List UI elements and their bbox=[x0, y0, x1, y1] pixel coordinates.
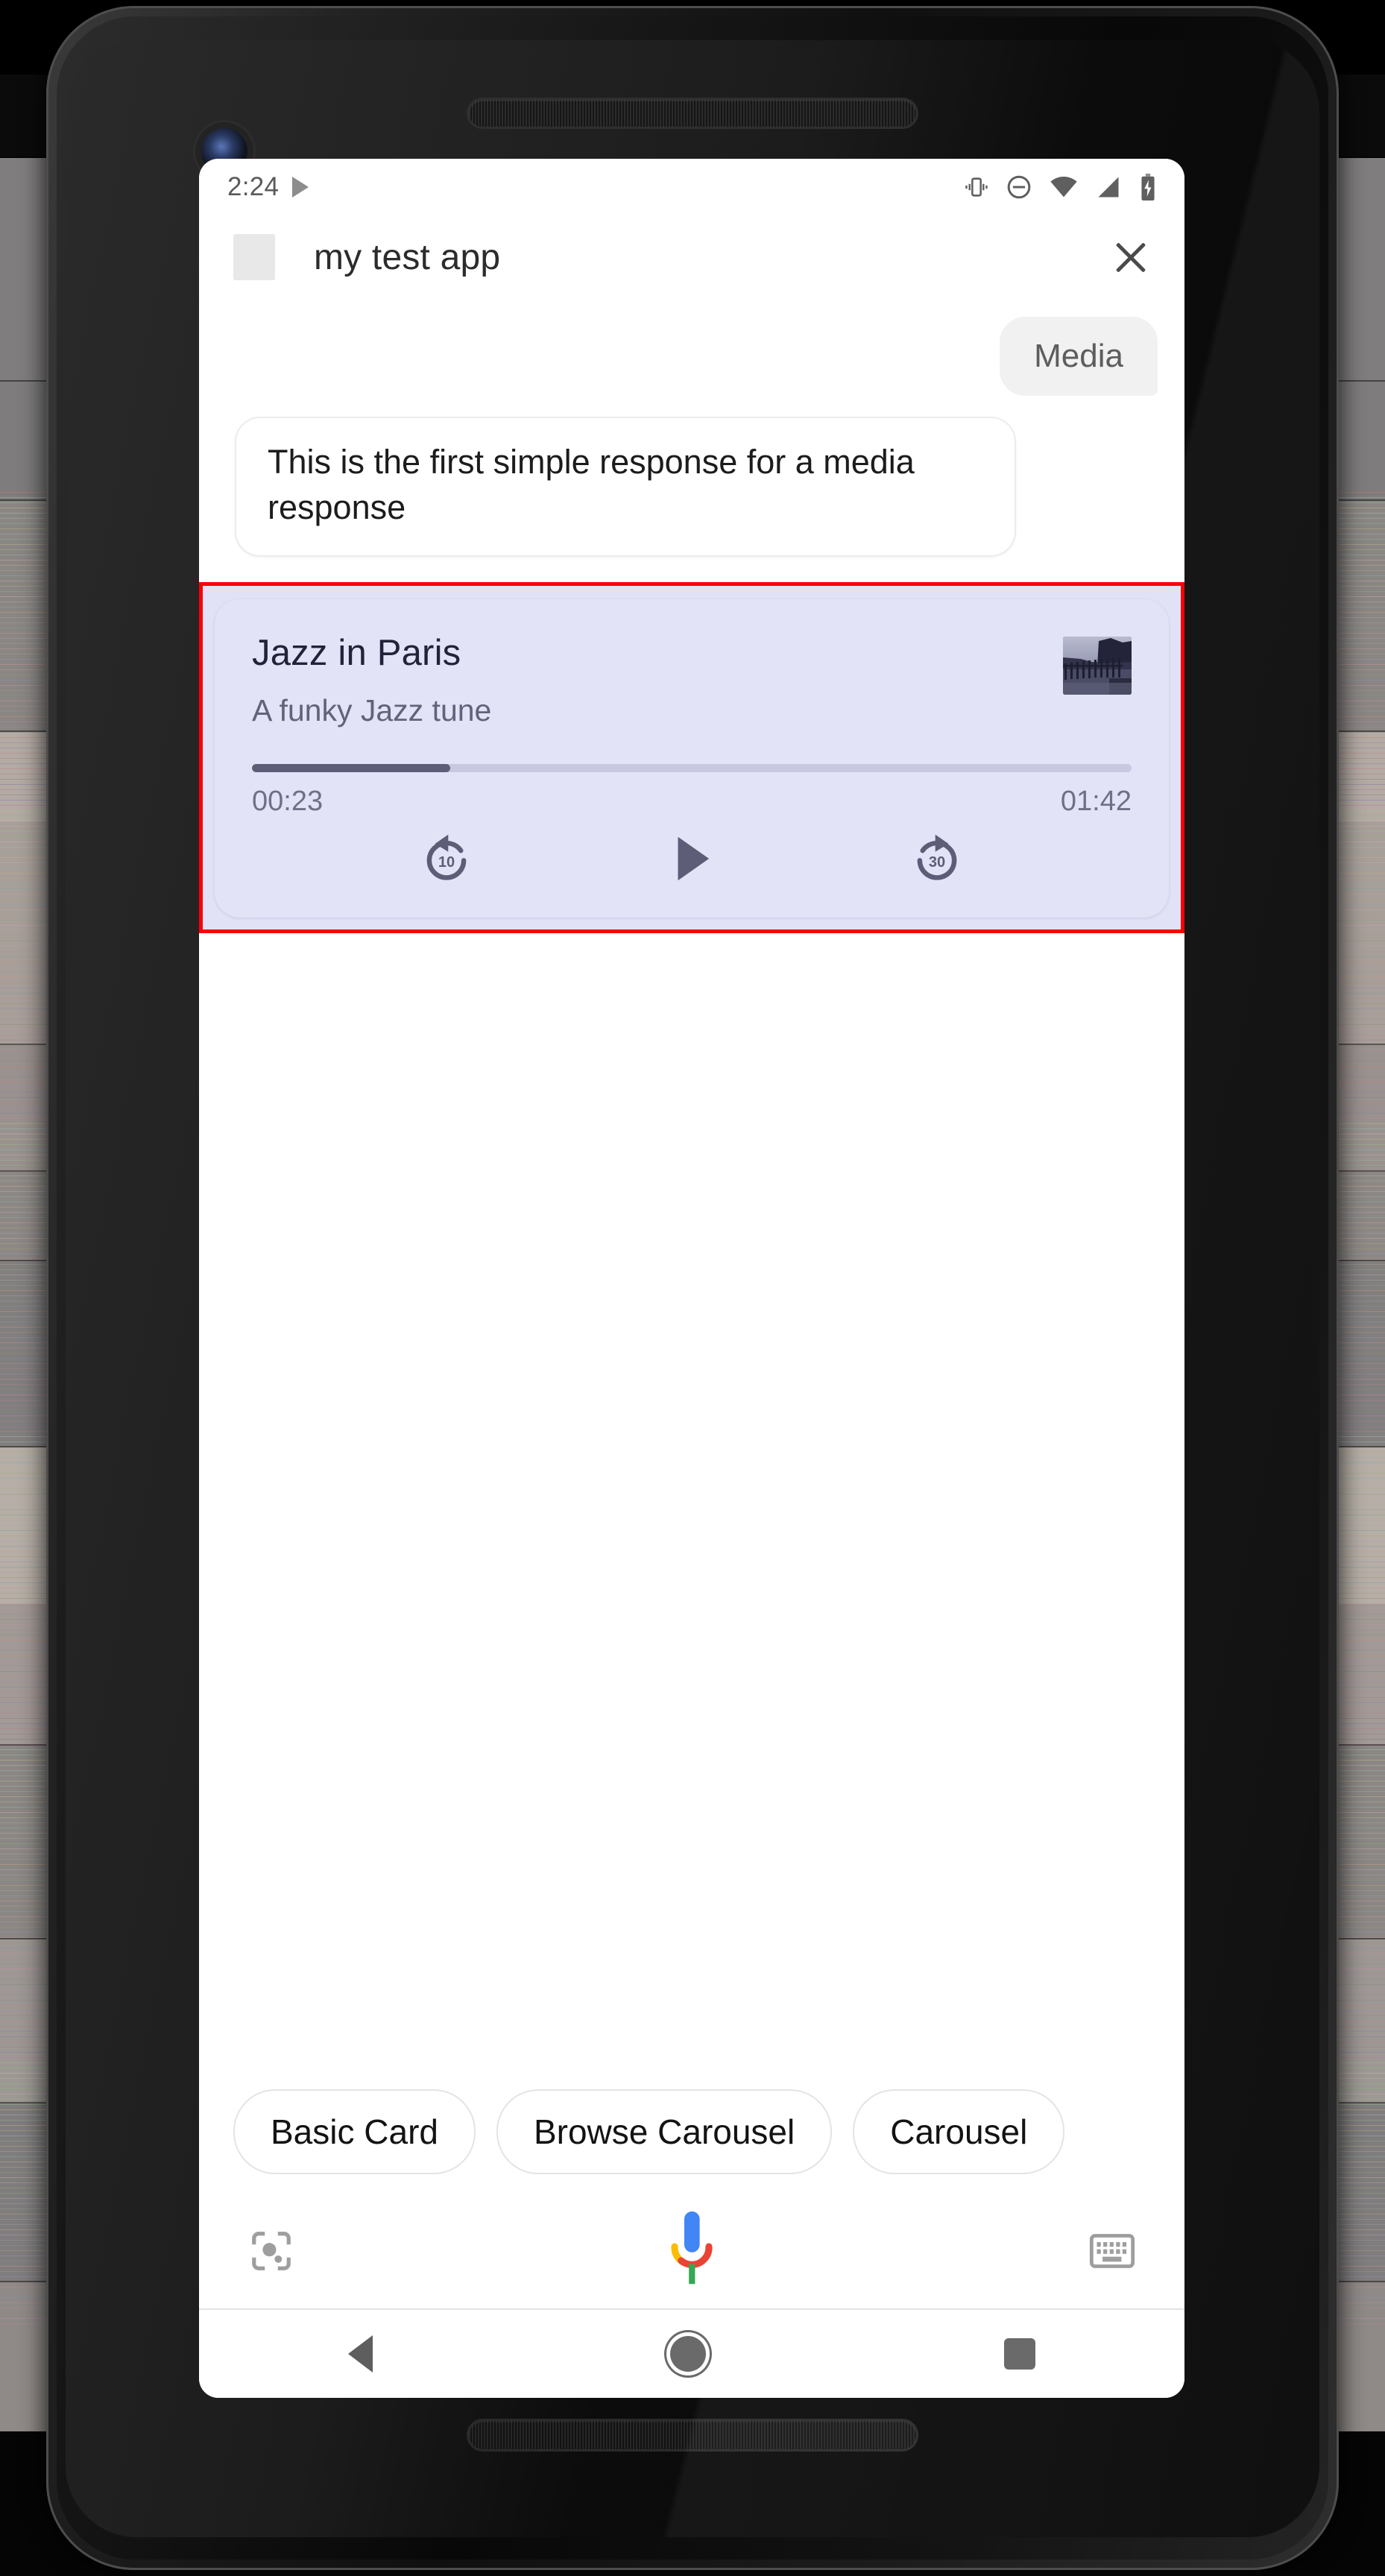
bottom-speaker-icon bbox=[469, 2421, 916, 2449]
app-placeholder-icon bbox=[233, 234, 275, 280]
close-icon[interactable] bbox=[1107, 233, 1155, 281]
replay-10-icon[interactable]: 10 bbox=[419, 831, 474, 886]
do-not-disturb-icon bbox=[1007, 175, 1031, 199]
cellular-signal-icon bbox=[1098, 177, 1119, 198]
user-message-bubble: Media bbox=[1000, 317, 1158, 396]
battery-charging-icon bbox=[1141, 173, 1155, 201]
album-art-thumbnail bbox=[1063, 637, 1132, 695]
media-player-card[interactable]: Jazz in Paris A funky Jazz tune 00:23 01… bbox=[215, 599, 1169, 918]
media-controls: 10 30 bbox=[252, 831, 1132, 892]
play-triangle-icon bbox=[292, 177, 309, 198]
back-triangle-icon[interactable] bbox=[347, 2335, 373, 2373]
media-card-highlight: Jazz in Paris A funky Jazz tune 00:23 01… bbox=[199, 582, 1184, 934]
assistant-input-bar bbox=[199, 2197, 1184, 2310]
play-icon[interactable] bbox=[666, 831, 717, 886]
bot-message-row: This is the first simple response for a … bbox=[199, 396, 1184, 558]
keyboard-icon[interactable] bbox=[1089, 2229, 1135, 2276]
bot-message-text: This is the first simple response for a … bbox=[268, 443, 915, 527]
media-progress-bar[interactable] bbox=[252, 764, 1132, 773]
media-time-row: 00:23 01:42 bbox=[252, 786, 1132, 818]
user-message-row: Media bbox=[199, 299, 1184, 396]
wifi-icon bbox=[1050, 176, 1077, 198]
media-title: Jazz in Paris bbox=[252, 633, 461, 674]
recents-square-icon[interactable] bbox=[1004, 2338, 1036, 2370]
media-total-time: 01:42 bbox=[1060, 786, 1132, 818]
phone-screen: 2:24 my test app Media This is the first… bbox=[199, 159, 1184, 2398]
status-bar: 2:24 bbox=[199, 159, 1184, 215]
status-bar-time: 2:24 bbox=[227, 172, 280, 201]
chip-carousel[interactable]: Carousel bbox=[853, 2089, 1065, 2174]
phone-device: 2:24 my test app Media This is the first… bbox=[46, 6, 1339, 2570]
media-subtitle: A funky Jazz tune bbox=[252, 693, 492, 728]
conversation-area: Media This is the first simple response … bbox=[199, 299, 1184, 2067]
media-current-time: 00:23 bbox=[252, 786, 324, 818]
media-progress-fill bbox=[252, 764, 450, 773]
home-circle-icon[interactable] bbox=[670, 2336, 707, 2372]
forward-30-icon[interactable]: 30 bbox=[909, 831, 965, 886]
google-lens-icon[interactable] bbox=[248, 2228, 294, 2278]
assistant-mic-icon[interactable] bbox=[663, 2207, 721, 2299]
media-card-text-block: Jazz in Paris A funky Jazz tune bbox=[252, 632, 1063, 728]
media-card-header: Jazz in Paris A funky Jazz tune bbox=[252, 632, 1132, 728]
chip-basic-card[interactable]: Basic Card bbox=[233, 2089, 476, 2174]
chip-browse-carousel[interactable]: Browse Carousel bbox=[496, 2089, 833, 2174]
earpiece-speaker-icon bbox=[469, 100, 916, 127]
replay-10-label: 10 bbox=[438, 854, 455, 871]
suggestion-chips: Basic Card Browse Carousel Carousel bbox=[199, 2067, 1184, 2197]
app-header: my test app bbox=[199, 215, 1184, 299]
page-title: my test app bbox=[314, 237, 501, 277]
status-bar-icons bbox=[964, 173, 1158, 201]
forward-30-label: 30 bbox=[929, 854, 945, 871]
vibrate-icon bbox=[965, 177, 988, 197]
android-nav-bar bbox=[199, 2310, 1184, 2398]
bot-message-bubble: This is the first simple response for a … bbox=[235, 417, 1016, 558]
